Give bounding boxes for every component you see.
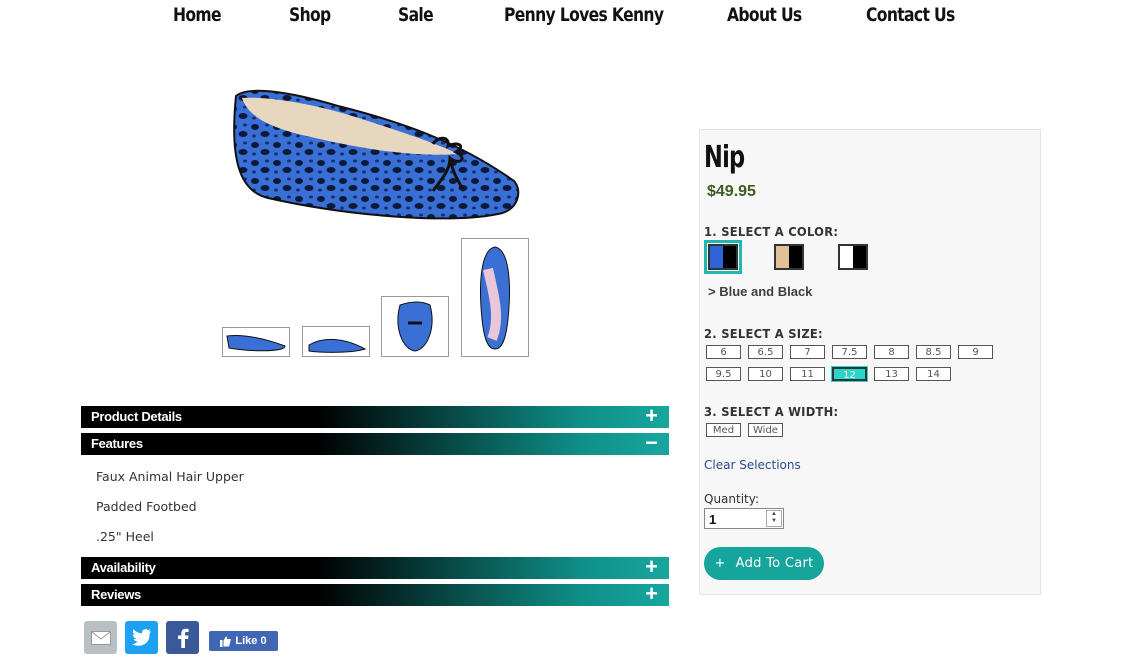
accordion-title: Availability	[91, 560, 156, 575]
color-label: 1. SELECT A COLOR:	[704, 224, 839, 239]
accordion-reviews[interactable]: Reviews +	[81, 581, 669, 606]
add-to-cart-button[interactable]: + Add To Cart	[704, 547, 824, 580]
width-label: 3. SELECT A WIDTH:	[704, 404, 839, 419]
color-swatch-white-black[interactable]	[838, 244, 868, 270]
expand-plus-icon: +	[645, 403, 658, 428]
facebook-like-button[interactable]: Like 0	[209, 631, 278, 651]
nav-about-us[interactable]: About Us	[727, 4, 802, 26]
size-option[interactable]: 7	[790, 345, 825, 359]
feature-item: Padded Footbed	[96, 499, 197, 514]
quantity-stepper[interactable]: 1 ▲ ▼	[704, 508, 784, 529]
thumbnail-1[interactable]	[222, 327, 290, 357]
nav-shop[interactable]: Shop	[289, 4, 331, 26]
size-option[interactable]: 14	[916, 367, 951, 381]
envelope-icon	[90, 630, 111, 645]
size-option-selected[interactable]: 12	[831, 366, 868, 382]
feature-item: .25" Heel	[96, 529, 154, 544]
thumbnail-2[interactable]	[302, 326, 370, 357]
twitter-share-button[interactable]	[125, 621, 158, 654]
facebook-share-button[interactable]	[166, 621, 199, 654]
size-option[interactable]: 11	[790, 367, 825, 381]
color-swatch-tan-black[interactable]	[774, 244, 804, 270]
size-option[interactable]: 6.5	[748, 345, 783, 359]
size-label: 2. SELECT A SIZE:	[704, 326, 823, 341]
expand-plus-icon: +	[645, 554, 658, 579]
facebook-f-icon	[177, 628, 189, 648]
shoe-front-icon	[397, 301, 433, 352]
accordion-title: Product Details	[91, 409, 182, 424]
clear-selections-link[interactable]: Clear Selections	[704, 458, 801, 472]
size-option[interactable]: 10	[748, 367, 783, 381]
product-main-image[interactable]	[228, 86, 524, 228]
collapse-minus-icon: −	[645, 430, 658, 455]
add-to-cart-label: Add To Cart	[735, 556, 814, 571]
like-count-label: Like 0	[235, 635, 267, 647]
nav-contact-us[interactable]: Contact Us	[866, 4, 955, 26]
thumbnail-4[interactable]	[461, 238, 529, 357]
quantity-value: 1	[709, 512, 717, 527]
selected-color-name: > Blue and Black	[708, 284, 813, 299]
size-option[interactable]: 9	[958, 345, 993, 359]
twitter-bird-icon	[131, 629, 151, 646]
width-option-wide[interactable]: Wide	[748, 423, 783, 437]
quantity-label: Quantity:	[704, 492, 760, 506]
accordion-availability[interactable]: Availability +	[81, 554, 669, 579]
color-swatch-blue-black[interactable]	[708, 244, 738, 270]
top-nav: Home Shop Sale Penny Loves Kenny About U…	[0, 0, 1124, 36]
nav-penny-loves-kenny[interactable]: Penny Loves Kenny	[504, 4, 664, 26]
thumbnail-3[interactable]	[381, 296, 449, 357]
size-option[interactable]: 7.5	[832, 345, 867, 359]
email-share-button[interactable]	[84, 621, 117, 654]
shoe-side-icon	[226, 335, 286, 352]
feature-item: Faux Animal Hair Upper	[96, 469, 244, 484]
accordion-features[interactable]: Features −	[81, 430, 669, 455]
thumbs-up-icon	[220, 636, 232, 647]
spinner-arrows-icon[interactable]: ▲ ▼	[766, 510, 782, 527]
size-option[interactable]: 13	[874, 367, 909, 381]
nav-sale[interactable]: Sale	[398, 4, 434, 26]
size-option[interactable]: 6	[706, 345, 741, 359]
size-option[interactable]: 9.5	[706, 367, 741, 381]
size-option[interactable]: 8	[874, 345, 909, 359]
accordion-title: Reviews	[91, 587, 141, 602]
accordion-product-details[interactable]: Product Details +	[81, 403, 669, 428]
size-option[interactable]: 8.5	[916, 345, 951, 359]
expand-plus-icon: +	[645, 581, 658, 606]
accordion-title: Features	[91, 436, 143, 451]
product-title: Nip	[704, 140, 745, 175]
shoe-side-icon	[308, 339, 367, 353]
plus-icon: +	[714, 556, 726, 571]
product-price: $49.95	[707, 183, 756, 200]
nav-home[interactable]: Home	[173, 4, 222, 26]
shoe-top-icon	[480, 246, 510, 350]
width-option-med[interactable]: Med	[706, 423, 741, 437]
